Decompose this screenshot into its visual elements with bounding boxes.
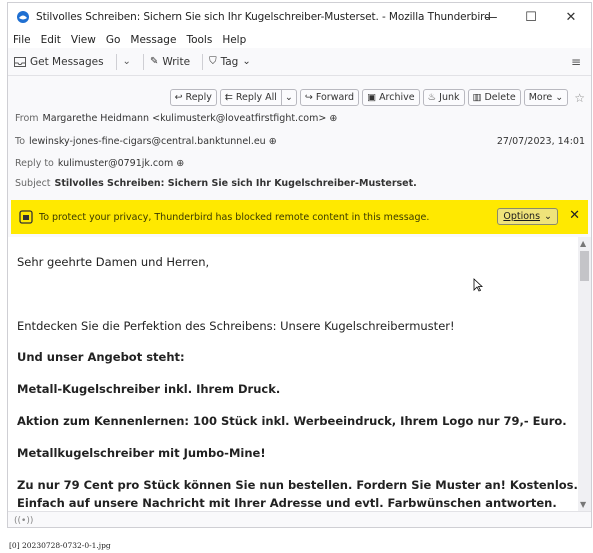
trash-icon: ▥ <box>472 92 482 103</box>
options-button[interactable]: Options ⌄ <box>497 208 558 225</box>
contact-icon[interactable]: ⊕ <box>176 158 184 169</box>
more-button[interactable]: More ⌄ <box>523 89 569 106</box>
from-value[interactable]: Margarethe Heidmann <kulimusterk@loveatf… <box>43 113 327 124</box>
pencil-icon: ✎ <box>149 56 159 67</box>
junk-icon: ♨ <box>427 92 437 103</box>
status-bar: ((•)) <box>8 511 591 527</box>
menu-go[interactable]: Go <box>106 34 121 46</box>
remote-content-notification: To protect your privacy, Thunderbird has… <box>11 200 588 234</box>
body-line-6: Zu nur 79 Cent pro Stück können Sie nun … <box>17 478 578 492</box>
reply-all-button[interactable]: ⇇ Reply All ⌄ <box>219 89 297 106</box>
mouse-cursor-icon <box>473 278 483 292</box>
window-title: Stilvolles Schreiben: Sichern Sie sich I… <box>36 11 491 23</box>
write-button[interactable]: ✎ Write <box>150 56 190 68</box>
subject-label: Subject <box>15 178 51 189</box>
reply-to-value[interactable]: kulimuster@0791jk.com <box>58 158 173 169</box>
chevron-down-icon: ⌄ <box>544 211 552 222</box>
title-bar: Stilvolles Schreiben: Sichern Sie sich I… <box>8 3 591 31</box>
chevron-down-icon: ⌄ <box>555 92 564 103</box>
scroll-up-icon[interactable]: ▲ <box>580 239 586 248</box>
blocked-content-icon <box>19 210 33 224</box>
toolbar-divider <box>202 53 204 70</box>
reply-icon: ↩ <box>174 92 183 103</box>
subject-value: Stilvolles Schreiben: Sichern Sie sich I… <box>54 178 417 189</box>
message-header: ↩ Reply ⇇ Reply All ⌄ ↪ Forward ▣ Archiv… <box>8 77 591 189</box>
write-label: Write <box>162 55 191 68</box>
contact-icon[interactable]: ⊕ <box>269 136 277 147</box>
archive-icon: ▣ <box>367 92 377 103</box>
tag-icon: ⛉ <box>209 56 217 67</box>
menu-edit[interactable]: Edit <box>41 34 61 46</box>
body-line-1: Entdecken Sie die Perfektion des Schreib… <box>17 319 455 333</box>
forward-label: Forward <box>315 92 355 103</box>
subject-row: Subject Stilvolles Schreiben: Sichern Si… <box>15 178 417 189</box>
wifi-icon: ((•)) <box>14 515 34 526</box>
from-label: From <box>15 113 39 124</box>
junk-label: Junk <box>439 92 460 103</box>
toolbar-divider <box>115 53 117 70</box>
maximize-button[interactable]: ☐ <box>511 3 551 31</box>
options-label: Options <box>503 211 541 222</box>
to-label: To <box>15 136 26 147</box>
contact-icon[interactable]: ⊕ <box>329 113 337 124</box>
menu-message[interactable]: Message <box>130 34 176 46</box>
thunderbird-logo-icon <box>17 11 29 23</box>
image-caption: [0] 20230728-0732-0-1.jpg <box>9 541 111 550</box>
scrollbar-thumb[interactable] <box>580 251 589 281</box>
chevron-down-icon[interactable]: ⌄ <box>280 90 296 105</box>
message-body: Sehr geehrte Damen und Herren, Entdecken… <box>8 237 579 511</box>
from-row: From Margarethe Heidmann <kulimusterk@lo… <box>15 113 337 124</box>
main-toolbar: Get Messages ⌄ ✎ Write ⛉ Tag ⌄ ≡ <box>8 48 591 76</box>
close-button[interactable]: ✕ <box>551 3 591 31</box>
close-notification-icon[interactable]: ✕ <box>569 208 580 223</box>
thunderbird-window: Stilvolles Schreiben: Sichern Sie sich I… <box>7 2 592 528</box>
delete-label: Delete <box>484 92 516 103</box>
menu-bar: File Edit View Go Message Tools Help <box>8 31 591 48</box>
junk-button[interactable]: ♨ Junk <box>422 89 465 106</box>
message-actions: ↩ Reply ⇇ Reply All ⌄ ↪ Forward ▣ Archiv… <box>167 89 585 106</box>
reply-to-row: Reply to kulimuster@0791jk.com ⊕ <box>15 158 184 169</box>
body-line-4: Aktion zum Kennenlernen: 100 Stück inkl.… <box>17 414 567 428</box>
reply-all-label: Reply All <box>235 92 277 103</box>
menu-view[interactable]: View <box>71 34 96 46</box>
vertical-scrollbar[interactable]: ▲ ▼ <box>578 237 591 511</box>
reply-label: Reply <box>185 92 212 103</box>
chevron-down-icon[interactable]: ⌄ <box>123 56 131 67</box>
more-label: More <box>528 92 553 103</box>
to-row: To lewinsky-jones-fine-cigars@central.ba… <box>15 136 277 147</box>
star-icon[interactable]: ☆ <box>574 91 585 105</box>
chevron-down-icon: ⌄ <box>242 56 251 67</box>
reply-button[interactable]: ↩ Reply <box>169 89 217 106</box>
notification-text: To protect your privacy, Thunderbird has… <box>39 211 430 223</box>
body-line-3: Metall-Kugelschreiber inkl. Ihrem Druck. <box>17 382 281 396</box>
menu-file[interactable]: File <box>13 34 31 46</box>
delete-button[interactable]: ▥ Delete <box>467 89 521 106</box>
reply-to-label: Reply to <box>15 158 54 169</box>
toolbar-divider <box>142 53 144 70</box>
menu-help[interactable]: Help <box>222 34 246 46</box>
archive-button[interactable]: ▣ Archive <box>362 89 420 106</box>
get-messages-label: Get Messages <box>30 55 104 68</box>
tag-label: Tag <box>220 55 239 68</box>
tag-button[interactable]: ⛉ Tag ⌄ <box>209 56 251 68</box>
menu-tools[interactable]: Tools <box>186 34 212 46</box>
inbox-icon <box>14 56 26 67</box>
body-line-2: Und unser Angebot steht: <box>17 350 185 364</box>
greeting-text: Sehr geehrte Damen und Herren, <box>17 255 210 269</box>
archive-label: Archive <box>379 92 415 103</box>
scroll-down-icon[interactable]: ▼ <box>580 500 586 509</box>
get-messages-button[interactable]: Get Messages <box>14 56 104 68</box>
forward-icon: ↪ <box>304 92 313 103</box>
hamburger-icon[interactable]: ≡ <box>571 55 581 69</box>
forward-button[interactable]: ↪ Forward <box>299 89 360 106</box>
to-value[interactable]: lewinsky-jones-fine-cigars@central.bankt… <box>29 136 266 147</box>
minimize-button[interactable]: — <box>471 3 511 31</box>
body-line-5: Metallkugelschreiber mit Jumbo-Mine! <box>17 446 266 460</box>
message-date: 27/07/2023, 14:01 <box>496 136 585 147</box>
reply-all-icon: ⇇ <box>224 92 233 103</box>
body-line-7: Einfach auf unsere Nachricht mit Ihrer A… <box>17 496 557 510</box>
